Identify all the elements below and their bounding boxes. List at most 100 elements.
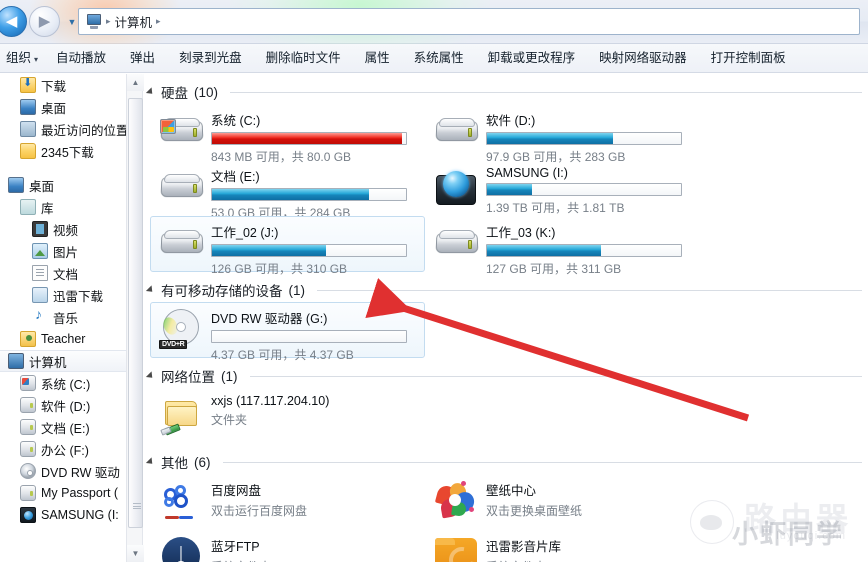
group-title: 硬盘 xyxy=(161,86,188,101)
bluetooth-icon: ᛦ xyxy=(157,535,205,562)
sidebar-item-15[interactable]: 软件 (D:) xyxy=(0,394,126,416)
toolbar-item-1[interactable]: 自动播放 xyxy=(44,44,118,73)
sidebar-item-3[interactable]: 2345下载 xyxy=(0,140,126,162)
collapse-triangle-icon[interactable] xyxy=(145,457,156,467)
navigation-scrollbar[interactable]: ▲ ▼ xyxy=(126,74,144,562)
group-divider xyxy=(317,289,862,291)
sidebar-item-8[interactable]: 图片 xyxy=(0,240,126,262)
sidebar-item-18[interactable]: DVD RW 驱动 xyxy=(0,460,126,482)
sidebar-item-label: 最近访问的位置 xyxy=(41,123,126,138)
sidebar-item-14[interactable]: 系统 (C:) xyxy=(0,372,126,394)
drive-tile[interactable]: 软件 (D:) 97.9 GB 可用，共 283 GB xyxy=(425,104,700,164)
sidebar-item-13[interactable]: 计算机 xyxy=(0,350,126,372)
sidebar-item-7[interactable]: 视频 xyxy=(0,218,126,240)
computer-icon xyxy=(85,14,102,29)
group-header-3[interactable]: 其他 (6) xyxy=(144,452,868,472)
user-folder-icon xyxy=(20,331,36,347)
collapse-triangle-icon[interactable] xyxy=(145,371,156,381)
toolbar-item-6[interactable]: 系统属性 xyxy=(402,44,476,73)
drive-tile[interactable]: SAMSUNG (I:) 1.39 TB 可用，共 1.81 TB xyxy=(425,160,700,216)
folder-icon xyxy=(20,143,36,159)
hard-drive-icon xyxy=(20,397,36,413)
capacity-bar-fill xyxy=(487,184,532,195)
sidebar-item-1[interactable]: 桌面 xyxy=(0,96,126,118)
sidebar-item-6[interactable]: 库 xyxy=(0,196,126,218)
tile-subtitle: 系统文件夹 xyxy=(211,558,421,562)
drive-tile[interactable]: 壁纸中心 双击更换桌面壁纸 xyxy=(425,474,700,530)
tile-body: 壁纸中心 双击更换桌面壁纸 xyxy=(486,479,696,519)
toolbar-item-5[interactable]: 属性 xyxy=(353,44,402,73)
tile-subtitle: 双击运行百度网盘 xyxy=(211,504,308,518)
group-header-0[interactable]: 硬盘 (10) xyxy=(144,82,868,102)
group-header-2[interactable]: 网络位置 (1) xyxy=(144,366,868,386)
sidebar-item-label: 视频 xyxy=(53,223,79,238)
scroll-up-icon[interactable]: ▲ xyxy=(127,74,144,91)
external-drive-icon xyxy=(432,165,480,209)
tile-body: SAMSUNG (I:) 1.39 TB 可用，共 1.81 TB xyxy=(486,165,696,216)
drive-tile[interactable]: 文档 (E:) 53.0 GB 可用，共 284 GB xyxy=(150,160,425,220)
group-items-2: xxjs (117.117.204.10) 文件夹 xyxy=(144,388,868,444)
drive-tile[interactable]: 系统 (C:) 843 MB 可用，共 80.0 GB xyxy=(150,104,425,164)
collapse-triangle-icon[interactable] xyxy=(145,87,156,97)
forward-button[interactable]: ▶ xyxy=(29,6,60,37)
hard-drive-icon xyxy=(20,419,36,435)
sidebar-item-9[interactable]: 文档 xyxy=(0,262,126,284)
sidebar-item-19[interactable]: My Passport ( xyxy=(0,482,126,504)
tile-body: 软件 (D:) 97.9 GB 可用，共 283 GB xyxy=(486,109,696,165)
hard-drive-icon xyxy=(432,109,480,153)
capacity-bar xyxy=(486,132,682,145)
scrollbar-thumb[interactable] xyxy=(128,98,143,528)
hard-drive-icon xyxy=(432,221,480,265)
hard-drive-icon xyxy=(157,165,205,209)
toolbar-item-label: 组织 xyxy=(6,50,32,65)
sidebar-item-10[interactable]: 迅雷下载 xyxy=(0,284,126,306)
hard-drive-icon xyxy=(157,221,205,265)
hard-drive-icon xyxy=(20,441,36,457)
chevron-right-icon: ▸ xyxy=(106,16,111,26)
system-drive-icon xyxy=(157,109,205,153)
toolbar-item-label: 弹出 xyxy=(130,50,156,65)
sidebar-item-17[interactable]: 办公 (F:) xyxy=(0,438,126,460)
sidebar-item-5[interactable]: 桌面 xyxy=(0,174,126,196)
toolbar-item-3[interactable]: 刻录到光盘 xyxy=(167,44,254,73)
sidebar-item-11[interactable]: 音乐 xyxy=(0,306,126,328)
baidu-netdisk-icon xyxy=(157,479,205,523)
chevron-down-icon: ▾ xyxy=(34,54,39,64)
scroll-down-icon[interactable]: ▼ xyxy=(127,545,144,562)
drive-tile[interactable]: 工作_02 (J:) 126 GB 可用，共 310 GB xyxy=(150,216,425,276)
tile-title: 百度网盘 xyxy=(211,484,262,498)
toolbar-item-label: 自动播放 xyxy=(56,50,107,65)
tile-subtitle: 127 GB 可用，共 311 GB xyxy=(486,262,622,276)
toolbar-item-2[interactable]: 弹出 xyxy=(118,44,167,73)
tile-body: DVD RW 驱动器 (G:) 4.37 GB 可用，共 4.37 GB xyxy=(211,307,421,363)
drive-tile[interactable]: 百度网盘双击运行百度网盘 xyxy=(150,474,425,530)
drive-tile[interactable]: 迅雷影音片库系统文件夹 xyxy=(425,530,700,562)
back-button[interactable]: ◀ xyxy=(0,6,27,37)
drive-tile[interactable]: xxjs (117.117.204.10) 文件夹 xyxy=(150,388,425,444)
drive-tile[interactable]: DVD+R DVD RW 驱动器 (G:) 4.37 GB 可用，共 4.37 GB xyxy=(150,302,425,362)
toolbar-item-4[interactable]: 删除临时文件 xyxy=(254,44,353,73)
desktop-icon xyxy=(8,177,24,193)
tile-subtitle: 126 GB 可用，共 310 GB xyxy=(211,262,348,276)
sidebar-item-20[interactable]: SAMSUNG (I: xyxy=(0,504,126,526)
recent-places-icon xyxy=(20,121,36,137)
sidebar-item-label: DVD RW 驱动 xyxy=(41,465,120,480)
sidebar-item-label: 2345下载 xyxy=(41,145,94,160)
breadcrumb-computer[interactable]: 计算机 xyxy=(115,12,153,31)
address-bar[interactable]: ▸ 计算机 ▸ xyxy=(78,8,860,35)
drive-tile[interactable]: ᛦ 蓝牙FTP 系统文件夹 xyxy=(150,530,425,562)
toolbar-item-9[interactable]: 打开控制面板 xyxy=(699,44,798,73)
sidebar-item-16[interactable]: 文档 (E:) xyxy=(0,416,126,438)
chevron-right-icon-2[interactable]: ▸ xyxy=(156,16,161,27)
toolbar-item-0[interactable]: 组织 ▾ xyxy=(0,44,44,73)
collapse-triangle-icon[interactable] xyxy=(145,285,156,295)
sidebar-item-0[interactable]: 下载 xyxy=(0,74,126,96)
drive-tile[interactable]: 工作_03 (K:) 127 GB 可用，共 311 GB xyxy=(425,216,700,276)
sidebar-item-2[interactable]: 最近访问的位置 xyxy=(0,118,126,140)
toolbar-item-7[interactable]: 卸载或更改程序 xyxy=(476,44,588,73)
sidebar-item-12[interactable]: Teacher xyxy=(0,328,126,350)
group-header-1[interactable]: 有可移动存储的设备 (1) xyxy=(144,280,868,300)
system-drive-icon xyxy=(20,375,36,391)
toolbar-item-8[interactable]: 映射网络驱动器 xyxy=(587,44,699,73)
history-dropdown-icon[interactable]: ▼ xyxy=(65,17,79,27)
